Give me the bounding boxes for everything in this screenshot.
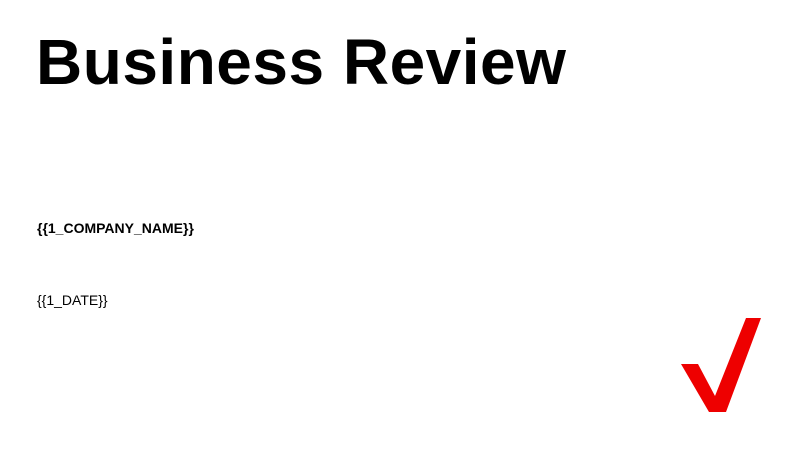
- date-placeholder: {{1_DATE}}: [37, 292, 108, 308]
- company-name-placeholder: {{1_COMPANY_NAME}}: [37, 220, 194, 236]
- slide: Business Review {{1_COMPANY_NAME}} {{1_D…: [0, 0, 800, 450]
- checkmark-logo-icon: [681, 318, 761, 412]
- checkmark-shape: [681, 318, 761, 412]
- slide-title: Business Review: [36, 26, 567, 98]
